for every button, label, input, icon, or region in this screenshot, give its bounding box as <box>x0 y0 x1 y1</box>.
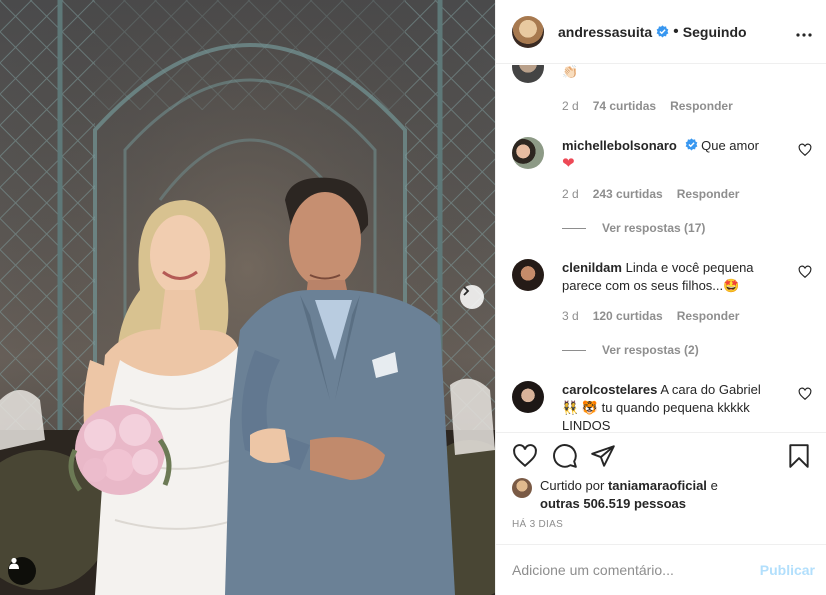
comment-input[interactable] <box>512 562 760 578</box>
view-replies-label: Ver respostas (2) <box>602 343 699 357</box>
comment-like-heart-icon[interactable] <box>798 265 812 279</box>
comments-list[interactable]: 👏🏻 2 d 74 curtidas Responder michellebolso… <box>496 65 826 432</box>
comment-text: Linda e você pequena <box>625 260 754 275</box>
comment-item: 👏🏻 2 d 74 curtidas Responder <box>512 65 812 113</box>
likes-text: Curtido por taniamaraoficial e outras 50… <box>540 477 810 513</box>
publish-button[interactable]: Publicar <box>760 562 815 578</box>
comment-likes[interactable]: 74 curtidas <box>593 99 656 113</box>
paper-plane-icon[interactable] <box>590 443 616 469</box>
comment-text-line2: ❤ <box>562 155 575 172</box>
likes-connector: e <box>710 478 718 493</box>
comment-icon[interactable] <box>552 443 578 469</box>
post-photo[interactable] <box>0 0 495 595</box>
comment-time[interactable]: 2 d <box>562 187 579 201</box>
action-icon-row <box>512 443 812 469</box>
liker-avatar[interactable] <box>512 478 532 498</box>
chevron-right-icon <box>463 286 470 296</box>
more-horizontal-icon <box>796 33 812 37</box>
comment-text-line2: parece com os seus filhos...🤩 <box>562 278 740 293</box>
comment-meta: 3 d 120 curtidas Responder <box>562 309 753 323</box>
comment-like-heart-icon[interactable] <box>798 387 812 401</box>
comment-reply-button[interactable]: Responder <box>670 99 733 113</box>
commenter-avatar[interactable] <box>512 65 544 83</box>
comment-text-line2: 👯 🐯 tu quando pequena kkkkk <box>562 400 750 415</box>
comment-body: michellebolsonaro Que amor ❤ <box>562 137 794 173</box>
comment-likes[interactable]: 243 curtidas <box>593 187 663 201</box>
likes-others-link[interactable]: outras 506.519 pessoas <box>540 496 686 511</box>
replies-divider <box>562 227 586 229</box>
user-tag-icon <box>9 557 19 569</box>
post-actions: Curtido por taniamaraoficial e outras 50… <box>496 432 826 544</box>
commenter-avatar[interactable] <box>512 259 544 291</box>
comment-body: 👏🏻 <box>562 65 794 81</box>
bookmark-icon[interactable] <box>786 443 812 469</box>
comment-meta: 2 d 74 curtidas Responder <box>562 99 747 113</box>
wedding-photo-illustration <box>0 0 495 595</box>
likes-prefix: Curtido por <box>540 478 605 493</box>
comment-item: clenildam Linda e você pequena parece co… <box>512 259 812 359</box>
comment-reply-button[interactable]: Responder <box>677 187 740 201</box>
heart-icon[interactable] <box>512 443 538 469</box>
post-timestamp[interactable]: HÁ 3 DIAS <box>512 519 563 530</box>
comment-text: A cara do Gabriel <box>660 382 761 397</box>
comment-text: Que amor <box>701 138 759 153</box>
commenter-username[interactable]: clenildam <box>562 260 622 275</box>
more-options-button[interactable] <box>796 26 812 37</box>
comment-time[interactable]: 3 d <box>562 309 579 323</box>
view-replies-button[interactable]: Ver respostas (17) <box>562 221 705 235</box>
comment-likes[interactable]: 120 curtidas <box>593 309 663 323</box>
liker-username[interactable]: taniamaraoficial <box>608 478 707 493</box>
add-comment-bar: Publicar <box>496 544 826 595</box>
comment-text: 👏🏻 <box>562 65 579 79</box>
next-photo-button[interactable] <box>460 285 484 309</box>
commenter-avatar[interactable] <box>512 137 544 169</box>
user-tag-button[interactable] <box>8 557 36 585</box>
comment-item: michellebolsonaro Que amor ❤ 2 d 243 curt… <box>512 137 812 237</box>
comment-body: clenildam Linda e você pequena parece co… <box>562 259 794 295</box>
verified-badge-icon <box>656 25 669 38</box>
comment-text-line3: LINDOS <box>562 418 611 432</box>
view-replies-button[interactable]: Ver respostas (2) <box>562 343 699 357</box>
author-username[interactable]: andressasuita <box>558 24 652 40</box>
author-avatar[interactable] <box>512 15 544 48</box>
verified-badge-icon <box>685 138 697 151</box>
comment-time[interactable]: 2 d <box>562 99 579 113</box>
commenter-username[interactable]: carolcostelares <box>562 382 657 397</box>
commenter-avatar[interactable] <box>512 381 544 413</box>
comment-meta: 2 d 243 curtidas Responder <box>562 187 753 201</box>
follow-status-button[interactable]: Seguindo <box>683 24 747 40</box>
comment-reply-button[interactable]: Responder <box>677 309 740 323</box>
view-replies-label: Ver respostas (17) <box>602 221 706 235</box>
commenter-username[interactable]: michellebolsonaro <box>562 138 677 153</box>
replies-divider <box>562 349 586 351</box>
post-side-panel: andressasuita • Seguindo 👏🏻 2 d 74 curti… <box>495 0 826 595</box>
comment-like-heart-icon[interactable] <box>798 143 812 157</box>
comment-body: carolcostelares A cara do Gabriel 👯 🐯 tu… <box>562 381 794 432</box>
header-separator: • <box>673 22 679 40</box>
post-header: andressasuita • Seguindo <box>496 0 826 64</box>
comment-item: carolcostelares A cara do Gabriel 👯 🐯 tu… <box>512 381 812 432</box>
